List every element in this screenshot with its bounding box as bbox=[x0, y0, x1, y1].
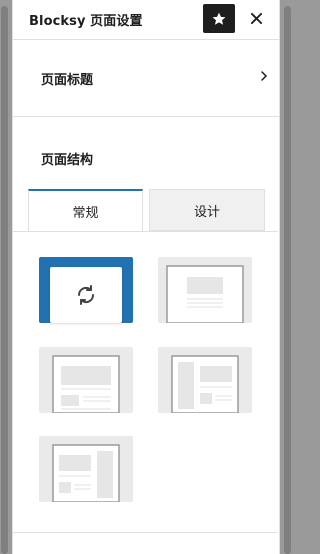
default-layout-card bbox=[50, 267, 122, 323]
page-settings-panel: Blocksy 页面设置 页面标题 页面结构 常规 设计 bbox=[12, 0, 280, 554]
panel-header: Blocksy 页面设置 bbox=[13, 0, 279, 40]
right-sidebar-layout-icon bbox=[52, 444, 120, 503]
chevron-right-icon bbox=[261, 71, 268, 81]
full-width-layout-icon bbox=[166, 265, 244, 324]
panel-bottom-divider bbox=[13, 532, 278, 533]
panel-title: Blocksy 页面设置 bbox=[29, 14, 143, 29]
layout-option-right-sidebar[interactable] bbox=[39, 436, 133, 503]
favorite-button[interactable] bbox=[203, 4, 235, 33]
right-scrollbar[interactable] bbox=[284, 6, 291, 554]
tab-design[interactable]: 设计 bbox=[149, 189, 265, 231]
left-scrollbar[interactable] bbox=[1, 6, 8, 554]
star-icon bbox=[212, 12, 226, 25]
left-sidebar-layout-icon bbox=[171, 355, 239, 414]
close-icon bbox=[250, 12, 262, 25]
page-title-label: 页面标题 bbox=[41, 73, 94, 88]
layout-option-contained[interactable] bbox=[39, 347, 133, 414]
layout-option-default[interactable] bbox=[39, 257, 133, 323]
tab-general[interactable]: 常规 bbox=[28, 189, 143, 232]
layout-option-full-width[interactable] bbox=[158, 257, 252, 324]
structure-section-title: 页面结构 bbox=[41, 153, 94, 168]
layout-option-left-sidebar[interactable] bbox=[158, 347, 252, 414]
sync-icon bbox=[77, 285, 95, 305]
contained-layout-icon bbox=[52, 355, 120, 414]
page-title-row[interactable]: 页面标题 bbox=[13, 40, 279, 117]
structure-tabs: 常规 设计 bbox=[28, 189, 265, 232]
close-button[interactable] bbox=[244, 4, 268, 33]
tabs-divider bbox=[13, 231, 278, 232]
